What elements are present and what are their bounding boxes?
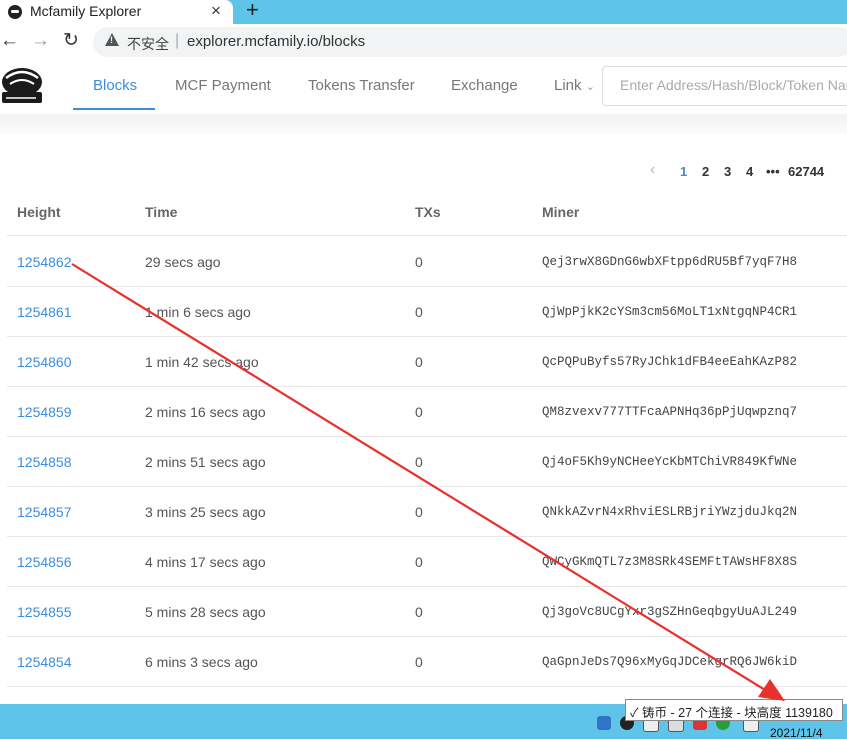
taskbar-clock[interactable]: 2021/11/4 [770, 726, 823, 740]
col-txs: TXs [415, 204, 441, 220]
block-txs: 0 [415, 404, 423, 420]
active-nav-underline [73, 108, 155, 110]
tab-title: Mcfamily Explorer [30, 3, 142, 19]
block-time: 1 min 6 secs ago [145, 304, 251, 320]
table-row: 1254861 1 min 6 secs ago 0 QjWpPjkK2cYSm… [7, 286, 847, 337]
address-bar[interactable]: 不安全 | explorer.mcfamily.io/blocks [93, 27, 847, 57]
col-miner: Miner [542, 204, 580, 220]
block-height-link[interactable]: 1254856 [17, 554, 72, 570]
url-divider: | [175, 32, 180, 49]
url-text[interactable]: explorer.mcfamily.io/blocks [187, 33, 365, 50]
nav-tokens-transfer[interactable]: Tokens Transfer [308, 77, 415, 94]
page-ellipsis[interactable]: ••• [766, 164, 780, 179]
block-txs: 0 [415, 554, 423, 570]
block-height-link[interactable]: 1254854 [17, 654, 72, 670]
table-header: Height Time TXs Miner [7, 190, 847, 236]
shield-icon[interactable] [597, 716, 611, 730]
table-row: 1254860 1 min 42 secs ago 0 QcPQPuByfs57… [7, 336, 847, 387]
page-3[interactable]: 3 [724, 164, 731, 179]
insecure-label[interactable]: 不安全 [127, 34, 169, 54]
table-row: 1254858 2 mins 51 secs ago 0 Qj4oF5Kh9yN… [7, 436, 847, 487]
block-time: 2 mins 51 secs ago [145, 454, 266, 470]
table-row: 1254859 2 mins 16 secs ago 0 QM8zvexv777… [7, 386, 847, 437]
block-miner[interactable]: QNkkAZvrN4xRhviESLRBjriYWzjduJkq2N [542, 505, 797, 519]
table-row: 1254855 5 mins 28 secs ago 0 Qj3goVc8UCg… [7, 586, 847, 637]
back-arrow-icon[interactable]: ← [0, 30, 19, 52]
block-miner[interactable]: Qj3goVc8UCgYxr3gSZHnGeqbgyUuAJL249 [542, 605, 797, 619]
nav-blocks[interactable]: Blocks [93, 77, 137, 94]
page-4[interactable]: 4 [746, 164, 753, 179]
block-height-link[interactable]: 1254858 [17, 454, 72, 470]
block-height-link[interactable]: 1254861 [17, 304, 72, 320]
block-height-link[interactable]: 1254862 [17, 254, 72, 270]
block-time: 5 mins 28 secs ago [145, 604, 266, 620]
block-miner[interactable]: QjWpPjkK2cYSm3cm56MoLT1xNtgqNP4CR1 [542, 305, 797, 319]
page-1[interactable]: 1 [680, 164, 687, 179]
nav-link-label: Link [554, 77, 582, 94]
block-time: 3 mins 25 secs ago [145, 504, 266, 520]
block-miner[interactable]: QM8zvexv777TTFcaAPNHq36pPjUqwpznq7 [542, 405, 797, 419]
col-time: Time [145, 204, 178, 220]
block-time: 4 mins 17 secs ago [145, 554, 266, 570]
block-miner[interactable]: QWCyGKmQTL7z3M8SRk4SEMFtTAWsHF8X8S [542, 555, 797, 569]
block-txs: 0 [415, 604, 423, 620]
tab-close-icon[interactable]: × [211, 1, 221, 21]
header-divider [0, 114, 847, 134]
pagination: ‹ 1 2 3 4 ••• 62744 [0, 160, 847, 182]
mcfamily-logo[interactable] [0, 64, 44, 106]
block-time: 6 mins 3 secs ago [145, 654, 258, 670]
block-miner[interactable]: QcPQPuByfs57RyJChk1dFB4eeEahKAzP82 [542, 355, 797, 369]
browser-toolbar: ← → ↻ 不安全 | explorer.mcfamily.io/blocks [0, 24, 847, 60]
warning-icon[interactable] [105, 33, 119, 46]
page-2[interactable]: 2 [702, 164, 709, 179]
block-miner[interactable]: QaGpnJeDs7Q96xMyGqJDCekgrRQ6JW6kiD [542, 655, 797, 669]
block-txs: 0 [415, 454, 423, 470]
chevron-down-icon: ⌄ [585, 81, 595, 93]
page-last[interactable]: 62744 [788, 164, 824, 179]
site-favicon-icon [8, 5, 22, 19]
block-txs: 0 [415, 354, 423, 370]
block-height-link[interactable]: 1254860 [17, 354, 72, 370]
block-txs: 0 [415, 254, 423, 270]
search-box[interactable] [602, 66, 847, 106]
new-tab-button[interactable]: + [246, 0, 259, 23]
block-time: 2 mins 16 secs ago [145, 404, 266, 420]
block-txs: 0 [415, 654, 423, 670]
block-txs: 0 [415, 304, 423, 320]
block-miner[interactable]: Qj4oF5Kh9yNCHeeYcKbMTChiVR849KfWNe [542, 455, 797, 469]
nav-link[interactable]: Link ⌄ [554, 77, 595, 94]
browser-tab[interactable]: Mcfamily Explorer × [0, 0, 233, 24]
table-row: 1254854 6 mins 3 secs ago 0 QaGpnJeDs7Q9… [7, 636, 847, 687]
reload-icon[interactable]: ↻ [63, 29, 79, 52]
table-row: 1254862 29 secs ago 0 Qej3rwX8GDnG6wbXFt… [7, 236, 847, 287]
block-height-link[interactable]: 1254859 [17, 404, 72, 420]
nav-exchange[interactable]: Exchange [451, 77, 518, 94]
search-input[interactable] [618, 76, 847, 94]
browser-tab-strip: Mcfamily Explorer × + [0, 0, 847, 24]
block-height-link[interactable]: 1254857 [17, 504, 72, 520]
col-height: Height [17, 204, 61, 220]
forward-arrow-icon[interactable]: → [31, 30, 50, 52]
block-txs: 0 [415, 504, 423, 520]
block-miner[interactable]: Qej3rwX8GDnG6wbXFtpp6dRU5Bf7yqF7H8 [542, 255, 797, 269]
block-height-link[interactable]: 1254855 [17, 604, 72, 620]
table-row: 1254856 4 mins 17 secs ago 0 QWCyGKmQTL7… [7, 536, 847, 587]
table-row: 1254857 3 mins 25 secs ago 0 QNkkAZvrN4x… [7, 486, 847, 537]
block-time: 29 secs ago [145, 254, 221, 270]
tray-tooltip: ✓ 铸币 - 27 个连接 - 块高度 1139180 [625, 699, 843, 721]
prev-page-icon[interactable]: ‹ [650, 161, 655, 179]
block-time: 1 min 42 secs ago [145, 354, 259, 370]
tooltip-text: ✓ 铸币 - 27 个连接 - 块高度 1139180 [630, 706, 833, 720]
nav-mcf-payment[interactable]: MCF Payment [175, 77, 271, 94]
site-header: Blocks MCF Payment Tokens Transfer Excha… [0, 60, 847, 114]
